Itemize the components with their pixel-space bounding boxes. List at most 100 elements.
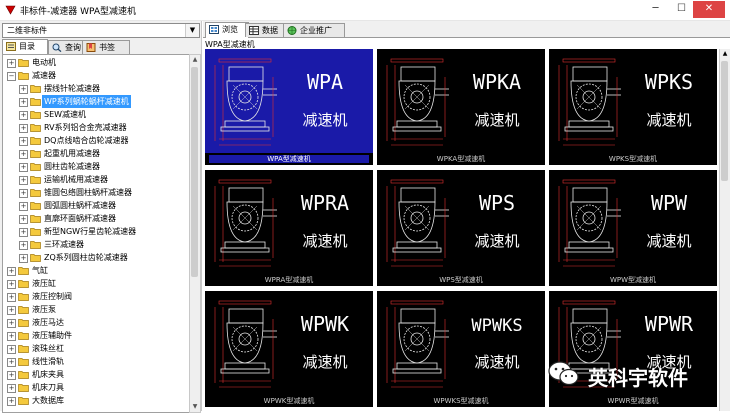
tree-item[interactable]: − 减速器 (3, 69, 189, 82)
tab-data[interactable]: 数据 (245, 23, 287, 37)
reducer-drawing: WPWKS 减速机 (386, 300, 523, 388)
tree-item[interactable]: + 运输机械用减速器 (3, 173, 189, 186)
tree-item[interactable]: + RV系列铝合金壳减速器 (3, 121, 189, 134)
expand-icon[interactable]: + (7, 319, 16, 328)
scroll-up-icon[interactable]: ▲ (720, 49, 730, 59)
collapse-icon[interactable]: − (7, 72, 16, 81)
tree-item[interactable]: + 线性滑轨 (3, 355, 189, 368)
tree-item[interactable]: + ZQ系列圆柱齿轮减速器 (3, 251, 189, 264)
close-button[interactable]: ✕ (693, 1, 725, 18)
expand-icon[interactable]: + (7, 358, 16, 367)
maximize-button[interactable]: ☐ (669, 1, 694, 18)
expand-icon[interactable]: + (7, 293, 16, 302)
tab-promotion[interactable]: 企业推广 (283, 23, 345, 37)
minimize-button[interactable]: ─ (643, 1, 668, 18)
drawing-thumbnail[interactable]: WPW 减速机 WPW型减速机 (549, 170, 717, 286)
tree-item[interactable]: + 气缸 (3, 264, 189, 277)
expand-icon[interactable]: + (19, 254, 28, 263)
expand-icon[interactable]: + (19, 85, 28, 94)
tree-item[interactable]: + 起重机用减速器 (3, 147, 189, 160)
tree-item[interactable]: + 圆柱齿轮减速器 (3, 160, 189, 173)
expand-icon[interactable]: + (7, 280, 16, 289)
folder-icon (18, 358, 29, 366)
expand-icon[interactable]: + (7, 371, 16, 380)
expand-icon[interactable]: + (7, 332, 16, 341)
expand-icon[interactable]: + (7, 397, 16, 406)
tree-item[interactable]: + DQ点线啮合齿轮减速器 (3, 134, 189, 147)
tree-item-label: 液压控制阀 (32, 292, 72, 301)
expand-icon[interactable]: + (19, 124, 28, 133)
tree-item[interactable]: + 液压马达 (3, 316, 189, 329)
tree-item-label: 气缸 (32, 266, 48, 275)
tree-item[interactable]: + 电动机 (3, 56, 189, 69)
expand-icon[interactable]: + (19, 215, 28, 224)
tree-item[interactable]: + 液压缸 (3, 277, 189, 290)
folder-icon (30, 85, 41, 93)
tree-item[interactable]: + 直廓环面蜗杆减速器 (3, 212, 189, 225)
library-select[interactable]: 二维非标件 ▼ (2, 23, 200, 38)
expand-icon[interactable]: + (19, 176, 28, 185)
expand-icon[interactable]: + (19, 163, 28, 172)
tree-item[interactable]: + WP系列蜗轮蜗杆减速机 (3, 95, 189, 108)
tree-item[interactable]: + 大数据库 (3, 394, 189, 407)
tree-item[interactable]: + 新型NGW行星齿轮减速器 (3, 225, 189, 238)
drawing-thumbnail[interactable]: WPKA 减速机 WPKA型减速机 (377, 49, 545, 165)
tree-item[interactable]: + 液压辅助件 (3, 329, 189, 342)
caption-text: WPWKS型减速机 (433, 397, 489, 405)
expand-icon[interactable]: + (19, 228, 28, 237)
tree-item[interactable]: + 三环减速器 (3, 238, 189, 251)
expand-icon[interactable]: + (7, 267, 16, 276)
expand-icon[interactable]: + (19, 241, 28, 250)
tree-item[interactable]: + 滚珠丝杠 (3, 342, 189, 355)
drawing-thumbnail[interactable]: WPKS 减速机 WPKS型减速机 (549, 49, 717, 165)
tree-item[interactable]: + 圆弧圆柱蜗杆减速器 (3, 199, 189, 212)
drawing-thumbnail[interactable]: WPWK 减速机 WPWK型减速机 (205, 291, 373, 407)
model-label: WPW (651, 191, 688, 215)
drawing-thumbnail[interactable]: WPRA 减速机 WPRA型减速机 (205, 170, 373, 286)
expand-icon[interactable]: + (7, 59, 16, 68)
thumbnail-caption: WPWK型减速机 (205, 395, 373, 407)
tree-item-label: 锥圆包络圆柱蜗杆减速器 (44, 188, 132, 197)
tree-item[interactable]: + 锥圆包络圆柱蜗杆减速器 (3, 186, 189, 199)
thumbnail-caption: WPWKS型减速机 (377, 395, 545, 407)
folder-icon (30, 137, 41, 145)
model-label: WPKA (473, 70, 521, 94)
chevron-down-icon[interactable]: ▼ (185, 24, 199, 37)
tree-item[interactable]: + SEW减速机 (3, 108, 189, 121)
expand-icon[interactable]: + (19, 189, 28, 198)
tree-item[interactable]: + 摆线针轮减速器 (3, 82, 189, 95)
watermark-text: 英科宇软件 (588, 366, 688, 390)
tree-item[interactable]: + 液压控制阀 (3, 290, 189, 303)
grid-scrollbar[interactable]: ▲ (719, 49, 730, 411)
expand-icon[interactable]: + (7, 306, 16, 315)
expand-icon[interactable]: + (7, 345, 16, 354)
tree-item-label: 减速器 (32, 71, 56, 80)
expand-icon[interactable]: + (7, 384, 16, 393)
tree-item[interactable]: + 液压泵 (3, 303, 189, 316)
tree-scrollbar[interactable]: ▲ ▼ (189, 54, 201, 413)
tree-item[interactable]: + 机床刀具 (3, 381, 189, 394)
drawing-thumbnail[interactable]: WPWKS 减速机 WPWKS型减速机 (377, 291, 545, 407)
thumbnail-grid: WPA 减速机 WPA型减速机 WPKA 减速机 WPKA型减速机 WPKS 减速机 WPKS型… (205, 49, 718, 411)
expand-icon[interactable]: + (19, 150, 28, 159)
expand-icon[interactable]: + (19, 137, 28, 146)
folder-icon (30, 215, 41, 223)
drawing-thumbnail[interactable]: WPS 减速机 WPS型减速机 (377, 170, 545, 286)
search-icon (52, 43, 62, 52)
folder-icon (30, 176, 41, 184)
tab-catalog[interactable]: 目录 (2, 39, 48, 54)
model-label: WPA (307, 70, 343, 94)
globe-icon (287, 26, 297, 35)
scroll-thumb[interactable] (191, 67, 198, 277)
drawing-thumbnail[interactable]: WPA 减速机 WPA型减速机 (205, 49, 373, 165)
tab-bookmarks[interactable]: 书签 (82, 40, 130, 54)
expand-icon[interactable]: + (19, 98, 28, 107)
subtitle-label: 减速机 (302, 353, 347, 371)
scroll-up-icon[interactable]: ▲ (190, 55, 200, 65)
tab-browse[interactable]: 浏览 (205, 22, 249, 38)
tree-item[interactable]: + 机床夹具 (3, 368, 189, 381)
scroll-thumb[interactable] (721, 61, 728, 181)
expand-icon[interactable]: + (19, 111, 28, 120)
expand-icon[interactable]: + (19, 202, 28, 211)
catalog-tree[interactable]: + 电动机 − 减速器 + 摆线针轮减速器 + WP系列蜗轮蜗杆减速机 + SEW减速机 + RV系列… (2, 54, 190, 413)
